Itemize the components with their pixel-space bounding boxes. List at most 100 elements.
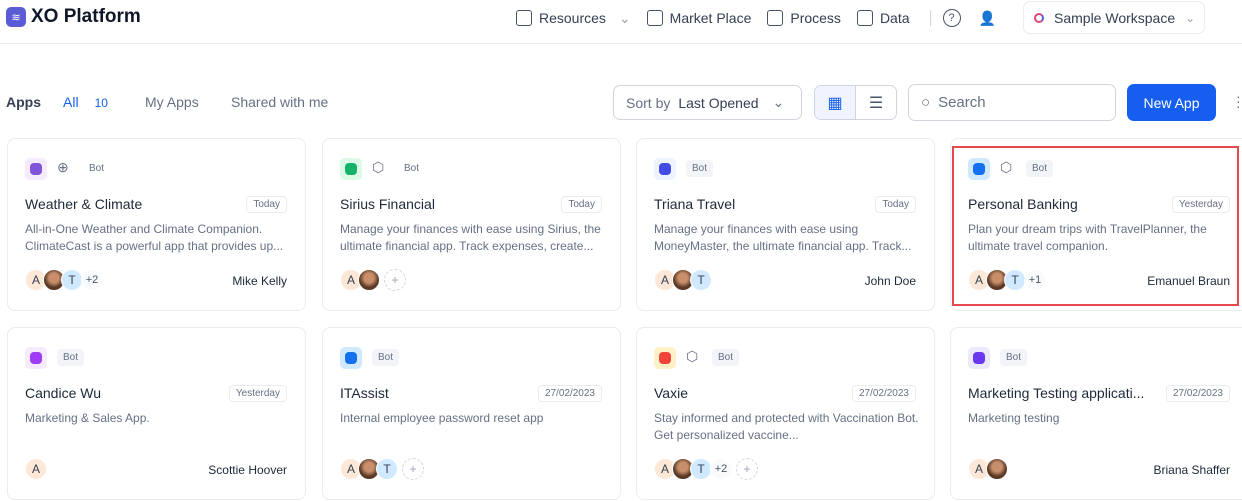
type-badge: Bot — [89, 163, 105, 174]
owner-name: John Doe — [864, 274, 916, 288]
workspace-selector[interactable]: Sample Workspace ⌄ — [1023, 1, 1205, 34]
nav-resources[interactable]: Resources ⌄ — [516, 10, 631, 27]
date-badge: 27/02/2023 — [537, 385, 602, 402]
type-badge: Bot — [57, 349, 85, 366]
layers-icon: ≋ — [6, 7, 26, 27]
avatar-group: A + — [340, 269, 406, 291]
type-badge: Bot — [372, 349, 400, 366]
app-name[interactable]: Weather & Climate — [25, 196, 235, 212]
chevron-down-icon: ⌄ — [618, 9, 631, 26]
app-card[interactable]: Bot Marketing Testing applicati... 27/02/2… — [950, 327, 1242, 500]
globe-icon: ⊕ — [57, 159, 69, 175]
avatar-group: A T +2 + — [654, 458, 758, 480]
type-badge: Bot — [712, 349, 740, 366]
app-icon — [654, 347, 676, 369]
app-card[interactable]: ⬡ Bot Vaxie 27/02/2023 Stay informed and pro… — [636, 327, 935, 500]
tab-all[interactable]: All 10 — [63, 94, 108, 110]
more-icon[interactable]: · · · — [1236, 89, 1241, 113]
app-name[interactable]: Sirius Financial — [340, 196, 550, 212]
app-name[interactable]: Vaxie — [654, 385, 864, 401]
app-name[interactable]: Candice Wu — [25, 385, 235, 401]
tab-count: 10 — [94, 96, 108, 110]
app-icon — [25, 158, 47, 180]
nav-label: Market Place — [669, 10, 752, 26]
list-view-icon[interactable]: ☰ — [856, 86, 896, 119]
document-icon — [516, 10, 532, 26]
nav-label: Resources — [539, 10, 606, 26]
app-icon — [654, 158, 676, 180]
app-description: Stay informed and protected with Vaccina… — [654, 411, 919, 442]
app-description: Internal employee password reset app — [340, 411, 544, 425]
owner-name: Briana Shaffer — [1153, 463, 1231, 477]
avatar — [986, 458, 1008, 480]
owner-name: Scottie Hoover — [208, 463, 287, 477]
tab-label: All — [63, 94, 79, 110]
avatar: T — [61, 269, 83, 291]
nav-label: Process — [790, 10, 841, 26]
avatar — [358, 269, 380, 291]
search-input[interactable]: ○ Search — [908, 84, 1116, 121]
new-app-button[interactable]: New App — [1127, 84, 1216, 121]
grid-view-icon[interactable]: ▦ — [815, 86, 856, 119]
type-badge: Bot — [1000, 349, 1028, 366]
add-member-icon[interactable]: + — [736, 458, 758, 480]
avatar: A — [25, 458, 47, 480]
app-icon — [340, 347, 362, 369]
type-badge: Bot — [404, 163, 420, 174]
avatar: T — [690, 269, 712, 291]
nav-process[interactable]: Process — [767, 10, 841, 26]
avatar-group: A — [968, 458, 1008, 480]
highlight-box — [952, 146, 1239, 306]
layout-icon — [856, 10, 873, 26]
avatar: T — [376, 458, 398, 480]
top-nav: ≋ XO Platform Resources ⌄ Market Place Pro… — [0, 0, 1242, 44]
app-name[interactable]: ITAssist — [340, 385, 550, 401]
tab-shared-with-me[interactable]: Shared with me — [231, 94, 328, 110]
date-badge: 27/02/2023 — [1165, 385, 1230, 402]
app-description: Marketing & Sales App. — [25, 411, 150, 425]
owner-name: Mike Kelly — [232, 274, 287, 288]
app-card[interactable]: Bot Triana Travel Today Manage your finance… — [636, 138, 935, 311]
tab-my-apps[interactable]: My Apps — [145, 94, 199, 110]
app-description: Manage your finances with ease using Mon… — [654, 222, 912, 253]
add-member-icon[interactable]: + — [384, 269, 406, 291]
date-badge: Today — [561, 196, 602, 213]
external-link-icon — [767, 10, 784, 26]
cube-icon: ⬡ — [372, 159, 385, 175]
toolbar: Apps All 10 My Apps Shared with me Sort b… — [0, 84, 1242, 121]
search-placeholder: Search — [938, 94, 986, 111]
sort-value: Last Opened — [678, 94, 759, 111]
divider — [929, 10, 931, 26]
add-member-icon[interactable]: + — [402, 458, 424, 480]
nav-data[interactable]: Data — [856, 10, 910, 26]
app-name[interactable]: Marketing Testing applicati... — [968, 385, 1178, 401]
app-name[interactable]: Triana Travel — [654, 196, 864, 212]
nav-market-place[interactable]: Market Place — [646, 10, 752, 26]
avatar-group: A T +2 — [25, 269, 103, 291]
workspace-name: Sample Workspace — [1054, 9, 1176, 26]
avatar-group: A T + — [340, 458, 424, 480]
help-icon[interactable]: ? — [942, 9, 961, 27]
app-card[interactable]: ⬡ Bot Sirius Financial Today Manage your fin… — [322, 138, 621, 311]
add-user-icon[interactable]: 👤 — [979, 10, 996, 27]
workspace-icon — [1034, 12, 1044, 23]
app-card[interactable]: Bot Candice Wu Yesterday Marketing & Sales … — [7, 327, 306, 500]
app-icon — [25, 347, 47, 369]
sort-dropdown[interactable]: Sort by Last Opened ⌄ — [613, 85, 802, 120]
logo[interactable]: ≋ XO Platform — [6, 6, 141, 28]
app-description: Marketing testing — [968, 411, 1060, 425]
bag-icon — [646, 10, 663, 26]
type-badge: Bot — [686, 160, 714, 177]
date-badge: Today — [875, 196, 916, 213]
logo-text: XO Platform — [31, 6, 141, 27]
nav-label: Data — [879, 10, 910, 26]
app-description: All-in-One Weather and Climate Companion… — [25, 222, 284, 253]
app-icon — [340, 158, 362, 180]
cube-icon: ⬡ — [686, 348, 699, 364]
app-card[interactable]: ⊕ Bot Weather & Climate Today All-in-One Wea… — [7, 138, 306, 311]
app-card[interactable]: Bot ITAssist 27/02/2023 Internal employee p… — [322, 327, 621, 500]
more-members-count: +2 — [710, 458, 732, 480]
avatar-group: A — [25, 458, 47, 480]
date-badge: 27/02/2023 — [851, 385, 916, 402]
sort-label: Sort by — [626, 94, 671, 111]
